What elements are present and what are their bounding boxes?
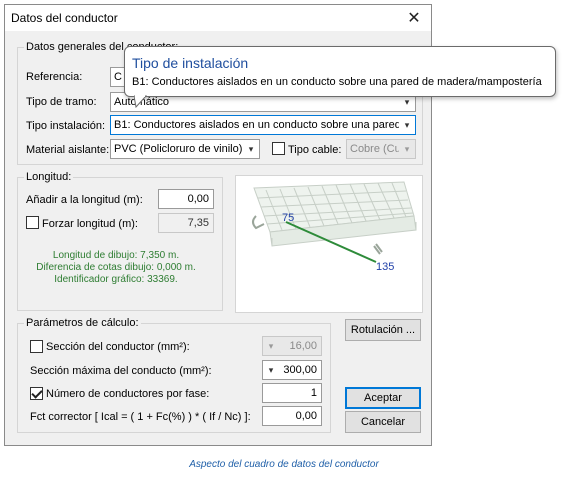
tipo-instalacion-tooltip: Tipo de instalación B1: Conductores aisl… <box>124 46 556 97</box>
material-aislante-select[interactable]: PVC (Policloruro de vinilo) ▾ <box>110 139 260 159</box>
node-start-label: 75 <box>282 212 294 224</box>
seccion-conductor-value: 16,00 <box>289 340 317 352</box>
seccion-maxima-label: Sección máxima del conducto (mm²): <box>30 365 212 377</box>
chevron-down-icon: ▾ <box>399 140 415 158</box>
forzar-longitud-label: Forzar longitud (m): <box>42 218 138 230</box>
calculo-group: Parámetros de cálculo: Sección del condu… <box>17 317 331 433</box>
tipo-tramo-label: Tipo de tramo: <box>26 96 97 108</box>
tipo-cable-checkbox[interactable] <box>272 142 285 155</box>
dialog-title: Datos del conductor <box>11 11 118 25</box>
drawing-preview: 75 135 <box>235 175 423 313</box>
forzar-longitud-checkbox[interactable] <box>26 216 39 229</box>
material-aislante-label: Material aislante: <box>26 144 110 156</box>
preview-drawing: 75 135 <box>252 181 417 273</box>
chevron-down-icon: ▾ <box>243 140 259 158</box>
identificador-grafico-info: Identificador gráfico: 33369. <box>54 274 178 285</box>
anadir-longitud-value: 0,00 <box>187 193 209 205</box>
longitud-group: Longitud: Añadir a la longitud (m): 0,00… <box>17 171 223 311</box>
anadir-longitud-label: Añadir a la longitud (m): <box>26 194 143 206</box>
cancelar-button[interactable]: Cancelar <box>345 411 421 433</box>
structure-wireframe <box>253 181 417 247</box>
referencia-value: C <box>114 71 122 83</box>
tooltip-pointer-icon <box>134 95 148 108</box>
rotulacion-label: Rotulación ... <box>350 324 416 336</box>
tooltip-title: Tipo de instalación <box>132 55 249 71</box>
tooltip-text: B1: Conductores aislados en un conducto … <box>132 76 542 88</box>
numero-conductores-input[interactable]: 1 <box>262 383 322 403</box>
support-icon <box>373 243 383 255</box>
fct-corrector-input[interactable]: 0,00 <box>262 406 322 426</box>
forzar-longitud-input: 7,35 <box>158 213 214 233</box>
tipo-cable-select: Cobre (Cu) ▾ <box>346 139 416 159</box>
longitud-group-title: Longitud: <box>24 171 74 183</box>
chevron-down-icon: ▾ <box>263 337 279 355</box>
numero-conductores-value: 1 <box>310 387 317 399</box>
seccion-conductor-label: Sección del conductor (mm²): <box>46 341 190 353</box>
cancelar-label: Cancelar <box>360 416 406 428</box>
chevron-down-icon: ▾ <box>263 361 279 379</box>
numero-conductores-checkbox[interactable] <box>30 387 43 400</box>
tipo-cable-label: Tipo cable: <box>288 144 342 156</box>
referencia-label: Referencia: <box>26 71 83 83</box>
chevron-down-icon: ▾ <box>399 116 415 134</box>
numero-conductores-label: Número de conductores por fase: <box>46 388 210 400</box>
tipo-instalacion-value: B1: Conductores aislados en un conducto … <box>114 119 416 131</box>
fct-corrector-label: Fct corrector [ Ical = ( 1 + Fc(%) ) * (… <box>30 411 251 423</box>
seccion-maxima-value: 300,00 <box>283 364 317 376</box>
tipo-instalacion-select[interactable]: B1: Conductores aislados en un conducto … <box>110 115 416 135</box>
material-aislante-value: PVC (Policloruro de vinilo) <box>114 143 243 155</box>
node-end-label: 135 <box>376 261 394 273</box>
longitud-dibujo-info: Longitud de dibujo: 7,350 m. <box>52 250 180 261</box>
close-button[interactable]: ✕ <box>397 5 431 31</box>
close-icon: ✕ <box>407 10 421 27</box>
figure-caption: Aspecto del cuadro de datos del conducto… <box>189 459 379 470</box>
tipo-cable-value: Cobre (Cu) <box>350 143 405 155</box>
rotulacion-button[interactable]: Rotulación ... <box>345 319 421 341</box>
title-bar: Datos del conductor ✕ <box>5 5 431 31</box>
diferencia-cotas-info: Diferencia de cotas dibujo: 0,000 m. <box>36 262 196 273</box>
aceptar-button[interactable]: Aceptar <box>345 387 421 409</box>
tipo-instalacion-label: Tipo instalación: <box>26 120 106 132</box>
aceptar-label: Aceptar <box>364 392 402 404</box>
fct-corrector-value: 0,00 <box>295 410 317 422</box>
calculo-group-title: Parámetros de cálculo: <box>24 317 141 329</box>
mounting-bracket-icon <box>252 215 265 230</box>
seccion-conductor-select: ▾ 16,00 <box>262 336 322 356</box>
seccion-conductor-checkbox[interactable] <box>30 340 43 353</box>
seccion-maxima-select[interactable]: ▾ 300,00 <box>262 360 322 380</box>
forzar-longitud-value: 7,35 <box>187 217 209 229</box>
anadir-longitud-input[interactable]: 0,00 <box>158 189 214 209</box>
